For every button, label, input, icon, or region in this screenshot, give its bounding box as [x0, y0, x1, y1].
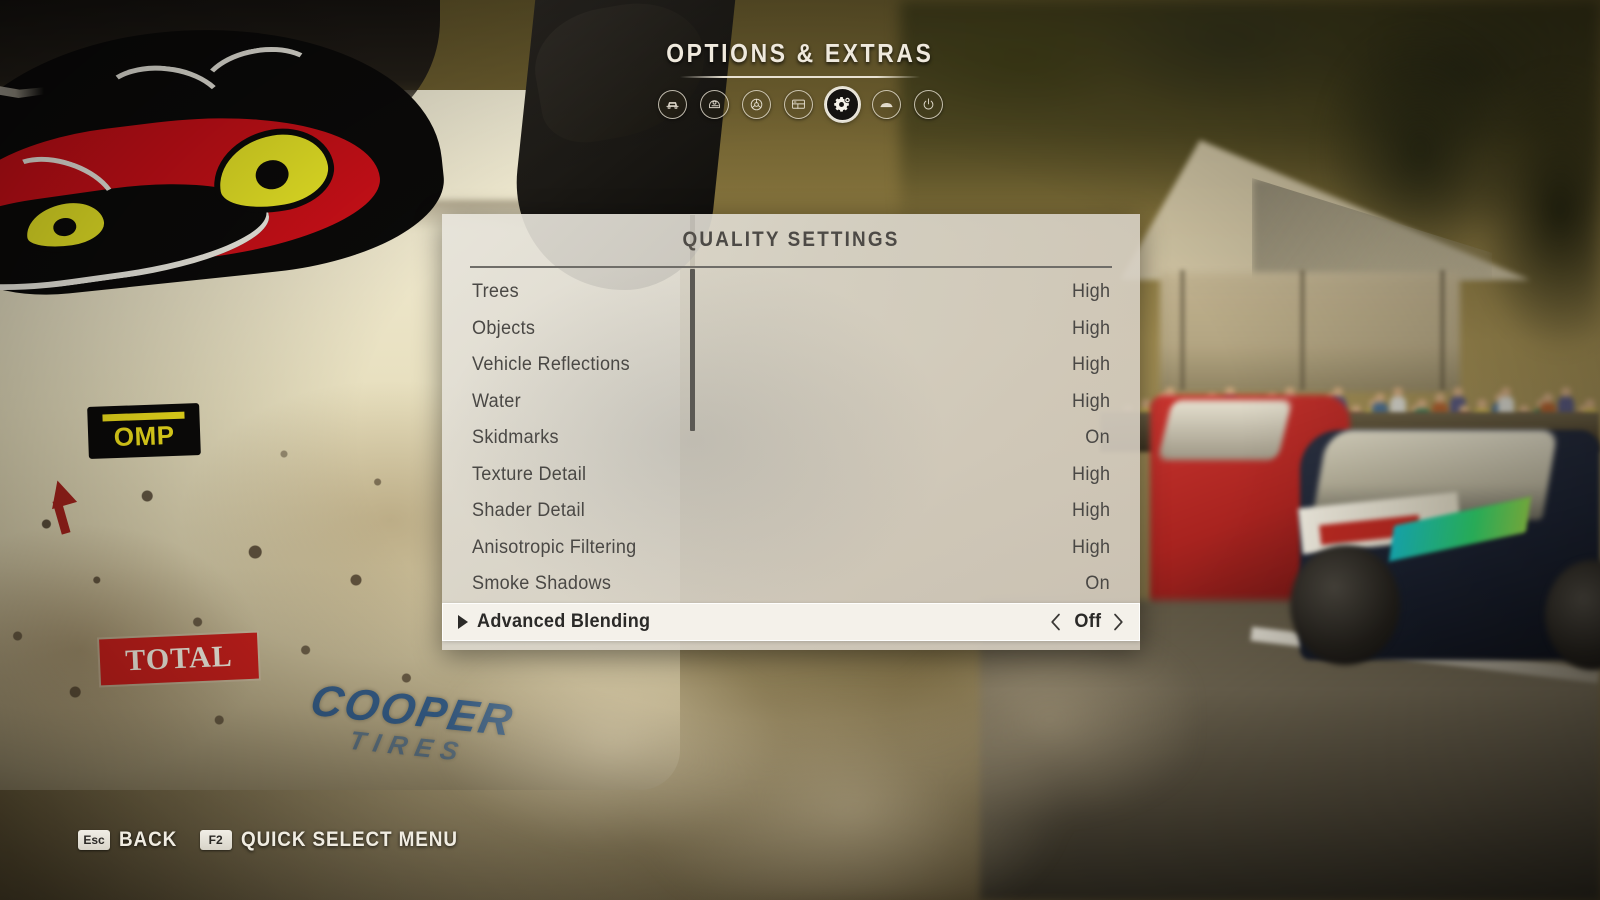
header-divider [680, 76, 920, 78]
decal-omp-text: OMP [113, 419, 176, 453]
key-badge: F2 [199, 830, 232, 850]
settings-row-label-group: Objects [472, 318, 539, 340]
settings-row[interactable]: Anisotropic Filtering High [442, 530, 1140, 567]
decal-omp: OMP [87, 403, 201, 459]
settings-label: Smoke Shadows [472, 573, 612, 595]
steering-wheel-icon[interactable] [741, 90, 771, 119]
settings-row-value-group: On [1084, 427, 1110, 449]
settings-label: Trees [472, 281, 519, 303]
settings-row-label-group: Advanced Blending [458, 611, 659, 633]
quality-settings-panel: QUALITY SETTINGS Trees High Objects High Veh… [442, 214, 1140, 650]
background-car-red-windscreen [1157, 400, 1293, 460]
settings-row[interactable]: Water High [442, 384, 1140, 421]
car-side-icon[interactable] [871, 90, 901, 119]
settings-row[interactable]: Shader Detail High [442, 493, 1140, 530]
settings-label: Advanced Blending [477, 610, 651, 632]
settings-row-value-group: High [1070, 281, 1110, 303]
settings-row-value-group: High [1070, 537, 1110, 559]
page-title: OPTIONS & EXTRAS [666, 38, 934, 68]
settings-label: Objects [472, 317, 536, 339]
settings-row[interactable]: Skidmarks On [442, 420, 1140, 457]
selection-arrow-icon [458, 614, 468, 629]
settings-row[interactable]: Objects High [442, 311, 1140, 348]
settings-value: High [1071, 536, 1110, 558]
settings-row-label-group: Shader Detail [472, 500, 591, 522]
settings-label: Shader Detail [472, 500, 586, 522]
settings-row[interactable]: Smoke Shadows On [442, 566, 1140, 603]
panel-divider [470, 266, 1112, 268]
settings-row-value-group: Off [1050, 611, 1124, 633]
helmet-icon[interactable] [699, 90, 729, 119]
settings-value: Off [1074, 610, 1101, 632]
settings-label: Skidmarks [472, 427, 559, 449]
settings-label: Anisotropic Filtering [472, 536, 637, 558]
settings-row-label-group: Water [472, 391, 523, 413]
settings-scrollbar-thumb[interactable] [690, 269, 695, 431]
power-icon[interactable] [913, 90, 943, 119]
settings-row-value-group: High [1070, 354, 1110, 376]
settings-value: On [1085, 573, 1110, 595]
hint-label: BACK [119, 828, 178, 851]
settings-list[interactable]: Trees High Objects High Vehicle Reflections H… [442, 274, 1140, 650]
settings-row-label-group: Vehicle Reflections [472, 354, 638, 376]
settings-value: High [1071, 500, 1110, 522]
settings-row-value-group: On [1084, 573, 1110, 595]
settings-row-selected[interactable]: Advanced Blending Off [442, 602, 1140, 641]
settings-row-label-group: Trees [472, 281, 521, 303]
settings-row-value-group: High [1070, 464, 1110, 486]
settings-value: High [1071, 281, 1110, 303]
settings-value: High [1071, 463, 1110, 485]
settings-row-label-group: Anisotropic Filtering [472, 537, 645, 559]
settings-label: Texture Detail [472, 463, 587, 485]
panel-title: QUALITY SETTINGS [682, 228, 900, 251]
game-screen: OMP TOTAL COOPER TIRES OPTIONS & EXTRAS … [0, 0, 1600, 900]
settings-row-label-group: Texture Detail [472, 464, 592, 486]
settings-row-label-group: Smoke Shadows [472, 573, 618, 595]
footer-hints: Esc BACK F2 QUICK SELECT MENU [78, 828, 482, 852]
settings-value: High [1071, 317, 1110, 339]
settings-value: High [1071, 390, 1110, 412]
key-badge: Esc [78, 830, 110, 850]
settings-label: Vehicle Reflections [472, 354, 630, 376]
car-front-icon[interactable] [657, 90, 687, 119]
settings-row-value-group: High [1070, 500, 1110, 522]
footer-hint[interactable]: Esc BACK [78, 828, 184, 852]
settings-value: High [1071, 354, 1110, 376]
category-icon-row[interactable] [657, 88, 943, 121]
decal-total-text: TOTAL [124, 639, 234, 678]
decal-total: TOTAL [99, 632, 259, 686]
chevron-right-icon[interactable] [1113, 613, 1124, 631]
settings-row[interactable]: Trees High [442, 274, 1140, 311]
background-car-wheel [1290, 545, 1400, 665]
options-header: OPTIONS & EXTRAS [0, 38, 1600, 121]
settings-row-value-group: High [1070, 391, 1110, 413]
settings-value: On [1085, 427, 1110, 449]
settings-row-label-group: Skidmarks [472, 427, 563, 449]
display-screen-icon[interactable] [783, 90, 813, 119]
settings-row[interactable]: Texture Detail High [442, 457, 1140, 494]
chevron-left-icon[interactable] [1050, 613, 1061, 631]
settings-row-value-group: High [1070, 318, 1110, 340]
settings-row[interactable]: Vehicle Reflections High [442, 347, 1140, 384]
hint-label: QUICK SELECT MENU [240, 828, 458, 851]
settings-label: Water [472, 390, 521, 412]
footer-hint[interactable]: F2 QUICK SELECT MENU [199, 828, 482, 852]
gear-settings-icon[interactable] [825, 88, 859, 121]
